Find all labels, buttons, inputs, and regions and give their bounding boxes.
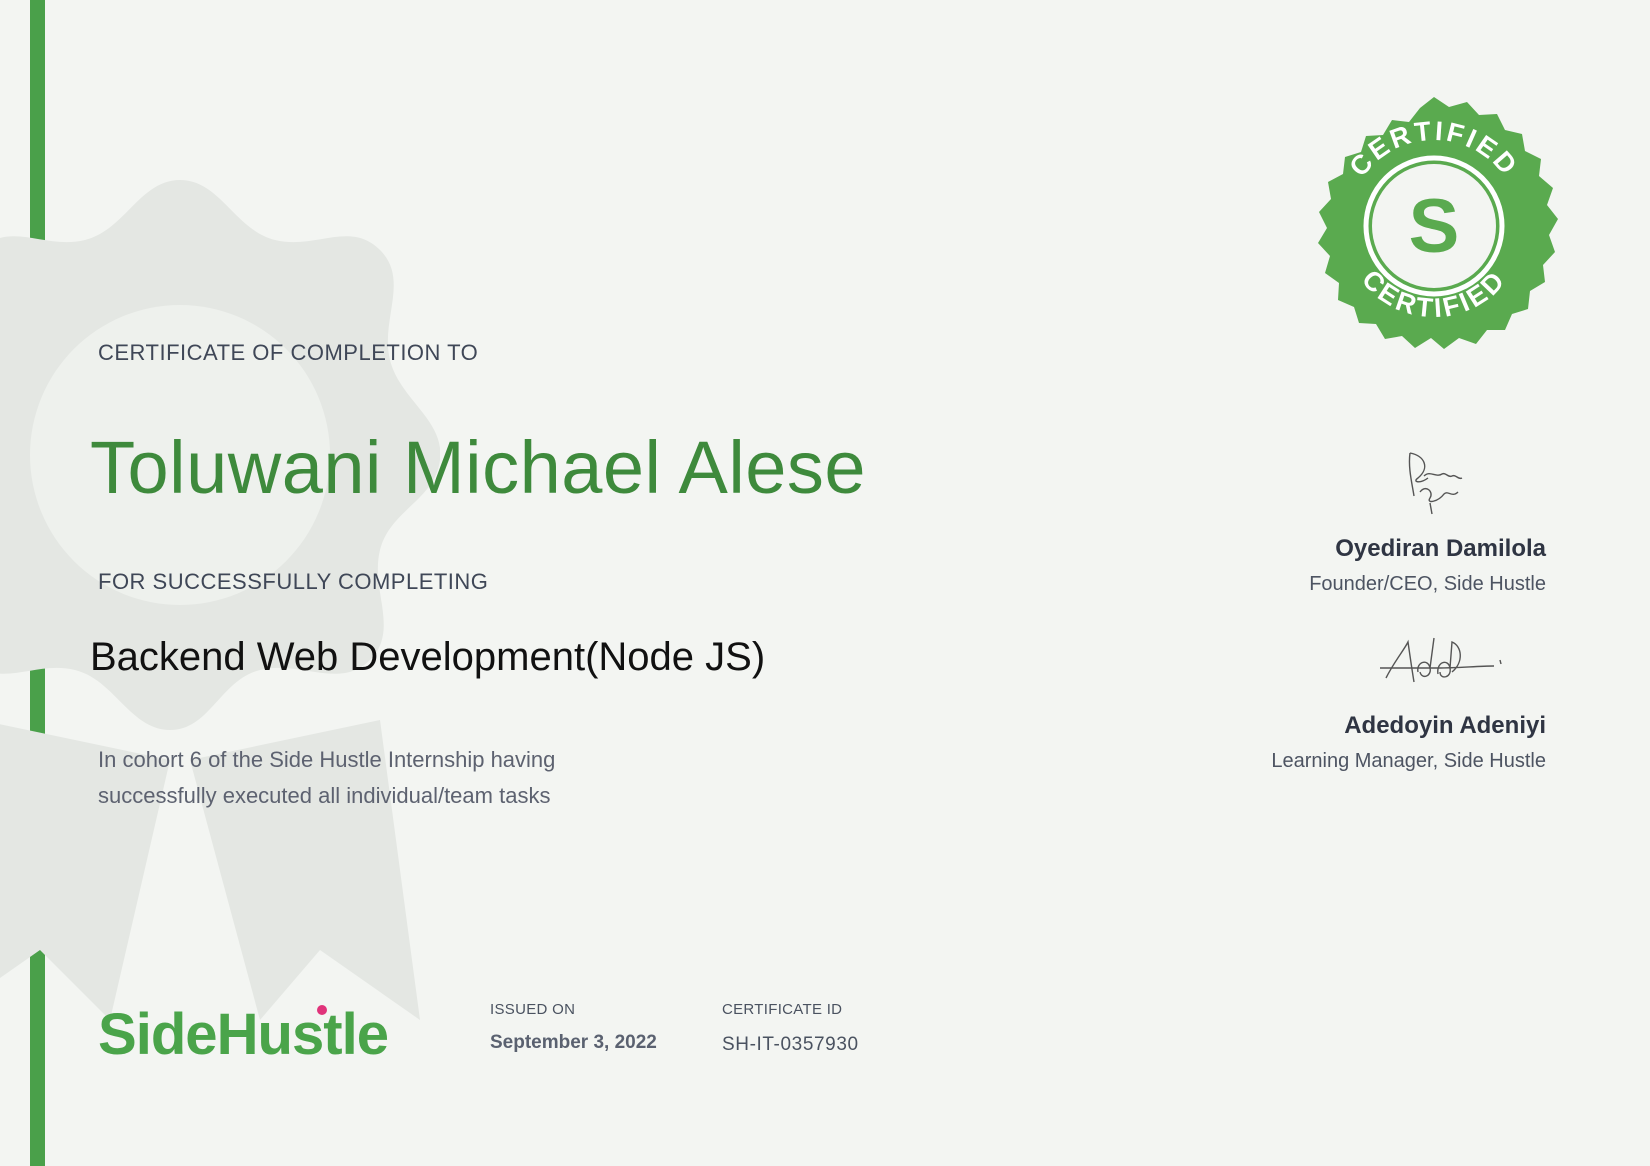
sidehustle-logo: SideHustle <box>98 1002 389 1064</box>
logo-dot <box>317 1005 327 1015</box>
signature-founder <box>1408 452 1463 515</box>
certificate-id-label: CERTIFICATE ID <box>722 1001 843 1018</box>
description-line-1: In cohort 6 of the Side Hustle Internshi… <box>98 747 556 772</box>
certificate-description: In cohort 6 of the Side Hustle Internshi… <box>98 742 658 814</box>
issued-on-label: ISSUED ON <box>490 1001 576 1018</box>
completion-label: FOR SUCCESSFULLY COMPLETING <box>98 569 489 594</box>
signatory-role: Founder/CEO, Side Hustle <box>1309 573 1546 595</box>
seal-letter: S <box>1409 184 1460 269</box>
signatory-name: Adedoyin Adeniyi <box>1344 712 1546 739</box>
logo-wordmark: SideHustle <box>98 1002 388 1064</box>
signatory-learning-manager: Adedoyin Adeniyi Learning Manager, Side … <box>1271 712 1546 773</box>
issued-on-date: September 3, 2022 <box>490 1032 657 1053</box>
certificate-id-value: SH-IT-0357930 <box>722 1034 859 1055</box>
signatory-role: Learning Manager, Side Hustle <box>1271 750 1546 772</box>
signature-learning-manager <box>1380 637 1502 683</box>
signatory-name: Oyediran Damilola <box>1335 535 1546 562</box>
certificate-heading: CERTIFICATE OF COMPLETION TO <box>98 340 479 365</box>
recipient-name: Toluwani Michael Alese <box>90 426 867 509</box>
course-title: Backend Web Development(Node JS) <box>90 635 766 679</box>
description-line-2: successfully executed all individual/tea… <box>98 783 551 808</box>
certified-seal: S CERTIFIED CERTIFIED <box>1318 97 1558 349</box>
signatory-founder: Oyediran Damilola Founder/CEO, Side Hust… <box>1309 535 1546 596</box>
